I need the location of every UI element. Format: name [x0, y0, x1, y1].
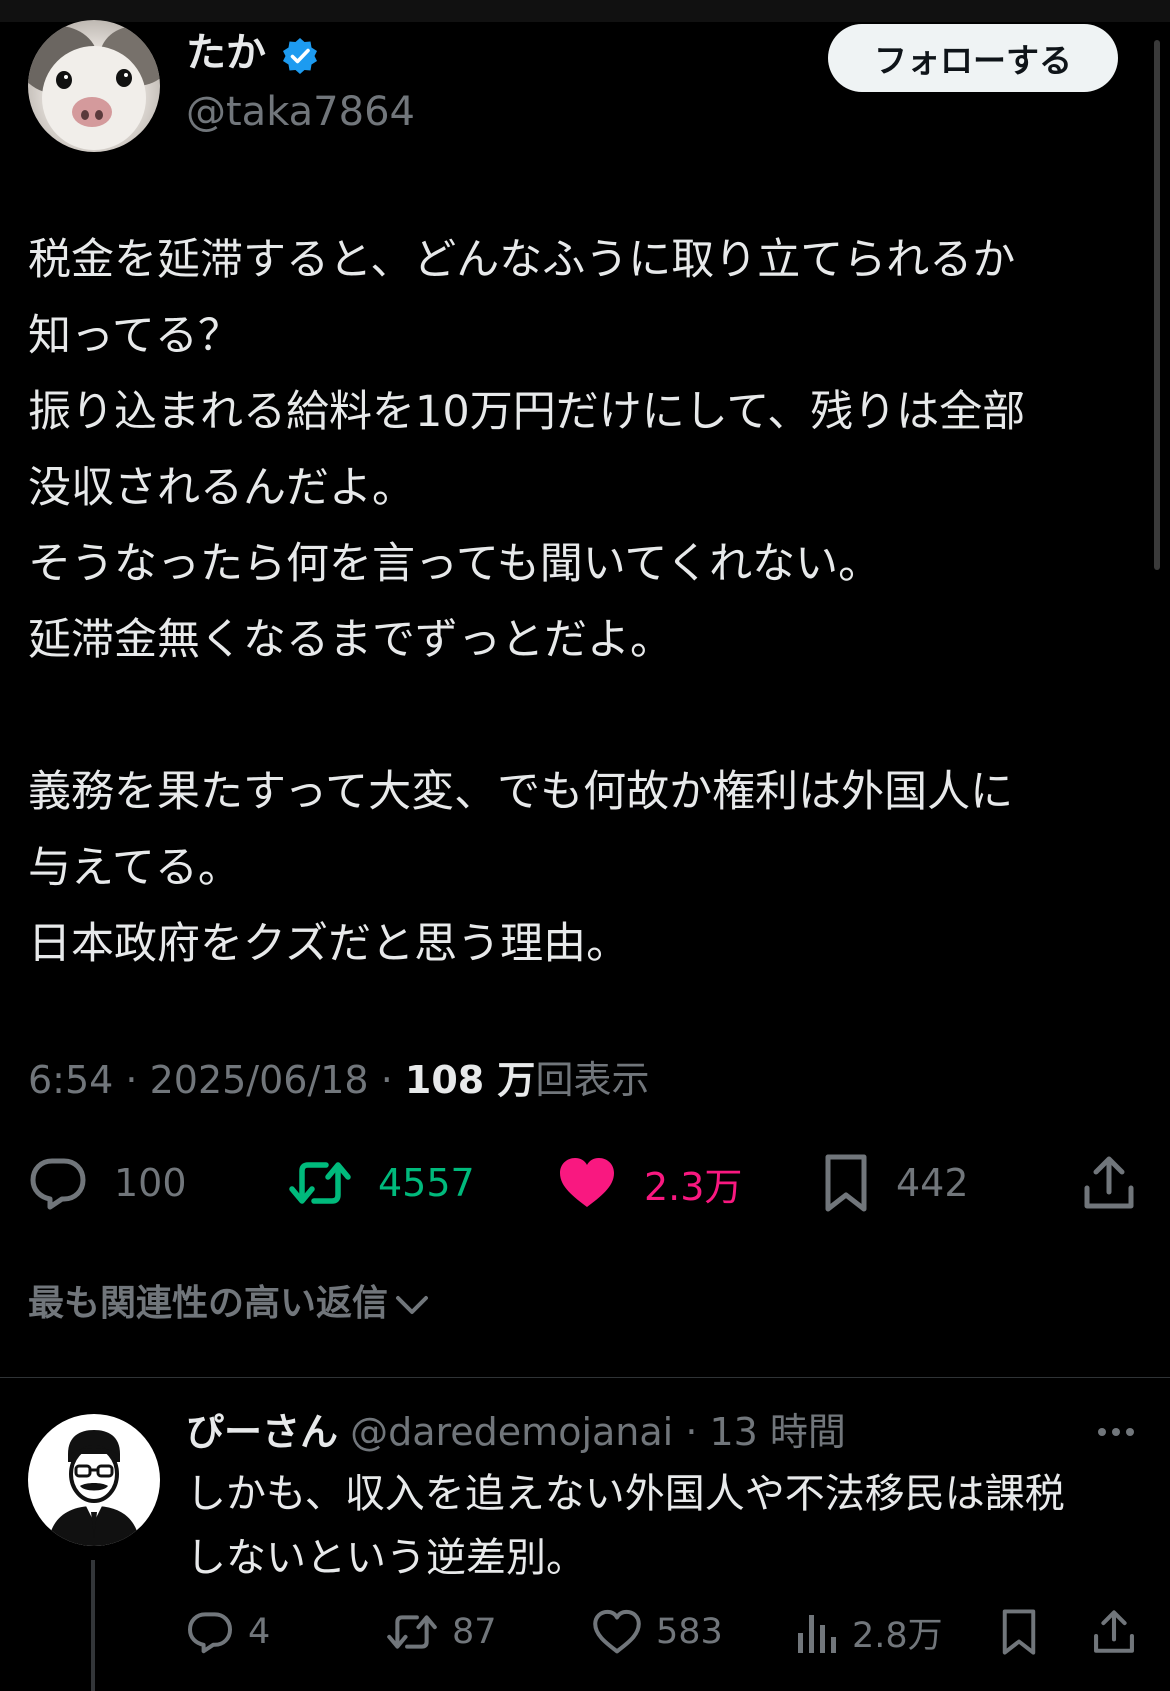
- reply-icon: [30, 1158, 86, 1210]
- tweet-line: 与えてる。: [28, 843, 241, 893]
- share-button[interactable]: [1082, 1148, 1136, 1218]
- retweet-count: 4557: [378, 1161, 475, 1205]
- cat-avatar-image: [28, 26, 160, 150]
- tweet-line: そうなったら何を言っても聞いてくれない。: [28, 539, 882, 589]
- bookmark-icon: [1002, 1609, 1036, 1655]
- reply-line: しないという逆差別。: [186, 1535, 586, 1581]
- status-bar: [0, 0, 1170, 22]
- reply-share-button[interactable]: [1092, 1602, 1136, 1662]
- share-icon: [1084, 1156, 1134, 1209]
- reply-views-count: 2.8万: [852, 1615, 943, 1656]
- reply-line: しかも、収入を追えない外国人や不法移民は課税: [186, 1471, 1065, 1517]
- reply-author-name[interactable]: ぴーさん: [186, 1410, 338, 1454]
- tweet-line: 日本政府をクズだと思う理由。: [28, 919, 630, 969]
- tweet-text: 税金を延滞すると、どんなふうに取り立てられるか 知ってる？ 振り込まれる給料を1…: [28, 222, 1148, 982]
- author-avatar[interactable]: [28, 20, 160, 152]
- author-handle[interactable]: @taka7864: [186, 86, 415, 138]
- reply-sort-dropdown[interactable]: 最も関連性の高い返信: [28, 1276, 432, 1332]
- reply-views-button[interactable]: 2.8万: [796, 1602, 943, 1662]
- verified-badge-icon[interactable]: [280, 36, 320, 76]
- tweet-time[interactable]: 6:54: [28, 1058, 113, 1102]
- tweet-line: 知ってる？: [28, 311, 241, 361]
- tweet-meta: 6:54 · 2025/06/18 · 108 万回表示: [28, 1052, 649, 1108]
- views-count[interactable]: 108 万: [405, 1058, 536, 1102]
- heart-filled-icon: [560, 1158, 614, 1207]
- man-avatar-image: [48, 1430, 140, 1546]
- views-label[interactable]: 回表示: [535, 1058, 649, 1102]
- bookmark-button[interactable]: 442: [822, 1148, 969, 1218]
- author-name[interactable]: たか: [186, 28, 266, 78]
- reply-time[interactable]: 13 時間: [709, 1410, 845, 1454]
- views-chart-icon: [798, 1615, 836, 1653]
- like-count: 2.3万: [644, 1164, 743, 1209]
- chevron-down-icon: [396, 1296, 429, 1314]
- reply-icon: [188, 1612, 232, 1654]
- follow-button[interactable]: フォローする: [828, 24, 1118, 92]
- thread-line: [91, 1560, 95, 1691]
- reply-header: ぴーさん @daredemojanai · 13 時間: [186, 1404, 846, 1460]
- tweet-line: 義務を果たすって大変、でも何故か権利は外国人に: [28, 767, 1014, 817]
- reply-sort-label: 最も関連性の高い返信: [28, 1283, 389, 1324]
- reply-reply-count: 4: [248, 1612, 271, 1652]
- reply-retweet-count: 87: [452, 1612, 497, 1652]
- bookmark-count: 442: [896, 1161, 969, 1205]
- heart-icon: [593, 1609, 641, 1654]
- retweet-icon: [289, 1162, 351, 1204]
- bookmark-icon: [825, 1154, 867, 1212]
- reply-count: 100: [114, 1161, 187, 1205]
- reply-reply-button[interactable]: 4: [186, 1602, 270, 1662]
- retweet-button[interactable]: 4557: [288, 1148, 475, 1218]
- reply-author-avatar[interactable]: [28, 1414, 160, 1546]
- meta-separator: ·: [113, 1058, 150, 1102]
- meta-separator: ·: [368, 1058, 405, 1102]
- share-icon: [1094, 1610, 1134, 1653]
- reply-like-count: 583: [656, 1612, 723, 1652]
- more-options-icon[interactable]: [1094, 1418, 1138, 1446]
- tweet-line: 没収されるんだよ。: [28, 463, 415, 513]
- like-button[interactable]: 2.3万: [556, 1148, 742, 1218]
- tweet-line: 税金を延滞すると、どんなふうに取り立てられるか: [28, 235, 1016, 285]
- retweet-icon: [387, 1615, 437, 1649]
- reply-like-button[interactable]: 583: [592, 1602, 723, 1662]
- reply-bookmark-button[interactable]: [1000, 1602, 1038, 1662]
- tweet-date[interactable]: 2025/06/18: [150, 1058, 369, 1102]
- meta-separator: ·: [673, 1410, 710, 1454]
- divider: [0, 1377, 1170, 1378]
- tweet-line: 延滞金無くなるまでずっとだよ。: [28, 615, 673, 665]
- reply-button[interactable]: 100: [28, 1148, 187, 1218]
- reply-text: しかも、収入を追えない外国人や不法移民は課税 しないという逆差別。: [186, 1462, 1126, 1590]
- scrollbar[interactable]: [1154, 40, 1160, 570]
- tweet-line: 振り込まれる給料を10万円だけにして、残りは全部: [28, 387, 1026, 437]
- reply-retweet-button[interactable]: 87: [386, 1602, 497, 1662]
- reply-author-handle[interactable]: @daredemojanai: [350, 1410, 673, 1454]
